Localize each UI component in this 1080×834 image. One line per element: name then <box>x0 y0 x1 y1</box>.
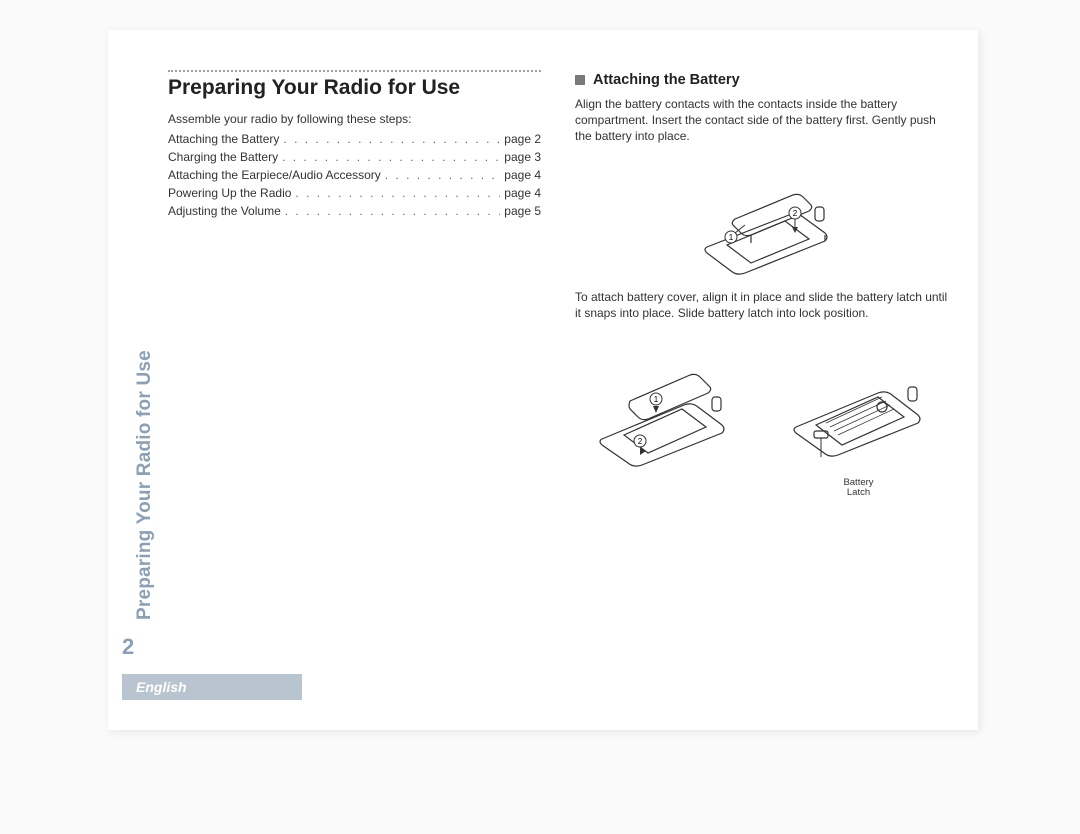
chapter-title: Preparing Your Radio for Use <box>168 76 541 100</box>
figure-latch-lock: Battery Latch <box>774 331 944 499</box>
side-tab-title: Preparing Your Radio for Use <box>134 350 156 620</box>
radio-battery-illustration-icon: 1 2 <box>677 155 847 275</box>
svg-text:2: 2 <box>792 209 797 218</box>
toc-entry: Powering Up the Radio . . . . . . . . . … <box>168 186 541 200</box>
toc-page: page 3 <box>504 150 541 164</box>
toc-entry: Charging the Battery . . . . . . . . . .… <box>168 150 541 164</box>
latch-lock-illustration-icon <box>774 331 944 471</box>
figure-cover-align: 1 2 <box>580 331 750 499</box>
manual-page: Preparing Your Radio for Use 2 English P… <box>108 30 978 730</box>
content-columns: Preparing Your Radio for Use Assemble yo… <box>168 70 948 710</box>
toc-label: Charging the Battery <box>168 150 278 164</box>
divider-line <box>168 70 541 72</box>
toc-dots: . . . . . . . . . . . . . . . . . . . . … <box>285 204 501 218</box>
figure-row: 1 2 <box>575 331 948 499</box>
toc-entry: Adjusting the Volume . . . . . . . . . .… <box>168 204 541 218</box>
paragraph: Align the battery contacts with the cont… <box>575 96 948 145</box>
section-header: Attaching the Battery <box>575 72 948 88</box>
svg-text:1: 1 <box>653 395 658 404</box>
toc-label: Powering Up the Radio <box>168 186 291 200</box>
side-tab: Preparing Your Radio for Use <box>122 320 152 620</box>
toc-page: page 5 <box>504 204 541 218</box>
figure-battery-insert: 1 2 <box>575 155 948 275</box>
intro-text: Assemble your radio by following these s… <box>168 112 541 126</box>
toc-dots: . . . . . . . . . . . . . . . . . . . . … <box>295 186 500 200</box>
toc-page: page 4 <box>504 168 541 182</box>
paragraph: To attach battery cover, align it in pla… <box>575 289 948 321</box>
toc-entry: Attaching the Earpiece/Audio Accessory .… <box>168 168 541 182</box>
page-number: 2 <box>122 634 134 660</box>
language-bar: English <box>122 674 302 700</box>
left-column: Preparing Your Radio for Use Assemble yo… <box>168 70 541 710</box>
cover-align-illustration-icon: 1 2 <box>580 331 750 471</box>
square-bullet-icon <box>575 75 585 85</box>
toc-page: page 4 <box>504 186 541 200</box>
toc-dots: . . . . . . . . . . . . . . . . . . . . … <box>282 150 500 164</box>
toc-dots: . . . . . . . . . . . . . . . . . . . . … <box>283 132 500 146</box>
section-title: Attaching the Battery <box>593 72 740 88</box>
right-column: Attaching the Battery Align the battery … <box>575 70 948 710</box>
svg-text:2: 2 <box>637 437 642 446</box>
toc-page: page 2 <box>504 132 541 146</box>
toc-dots: . . . . . . . . . . . . . . . . . . . . … <box>385 168 501 182</box>
language-label: English <box>136 679 187 695</box>
figure-caption: Battery Latch <box>774 478 944 499</box>
toc-label: Attaching the Battery <box>168 132 279 146</box>
toc-label: Adjusting the Volume <box>168 204 281 218</box>
svg-text:1: 1 <box>728 233 733 242</box>
toc-entry: Attaching the Battery . . . . . . . . . … <box>168 132 541 146</box>
toc-label: Attaching the Earpiece/Audio Accessory <box>168 168 381 182</box>
